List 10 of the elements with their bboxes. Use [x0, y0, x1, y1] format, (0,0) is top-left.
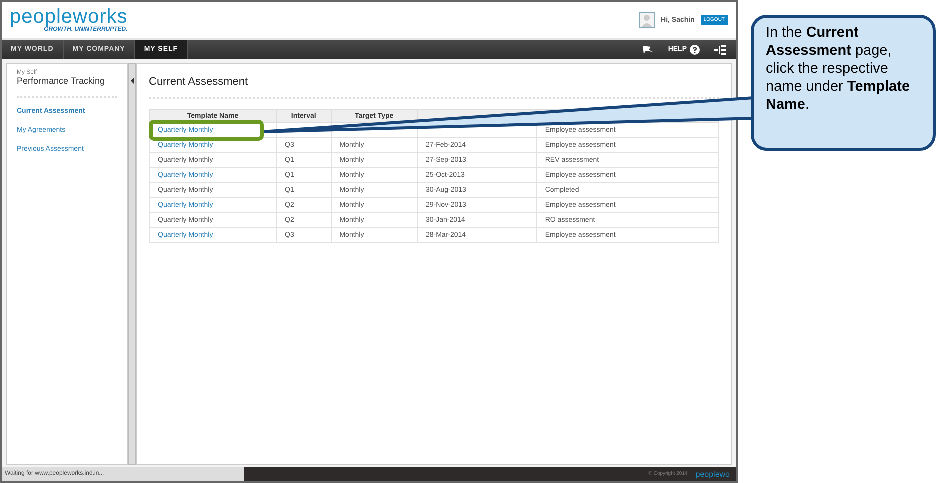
help-icon	[690, 44, 700, 54]
sitemap-icon[interactable]	[714, 44, 726, 54]
page-title: Current Assessment	[149, 76, 250, 88]
avatar-icon	[639, 12, 656, 28]
splitter-handle[interactable]	[128, 63, 136, 465]
logo: peopleworks	[10, 7, 128, 27]
callout-text: In the Current Assessment page, click the respective name under Template Name.	[766, 25, 910, 113]
footer-logo: peoplewo	[696, 470, 730, 478]
sidebar-title: Performance Tracking	[17, 76, 106, 86]
flag-icon[interactable]	[642, 44, 654, 54]
